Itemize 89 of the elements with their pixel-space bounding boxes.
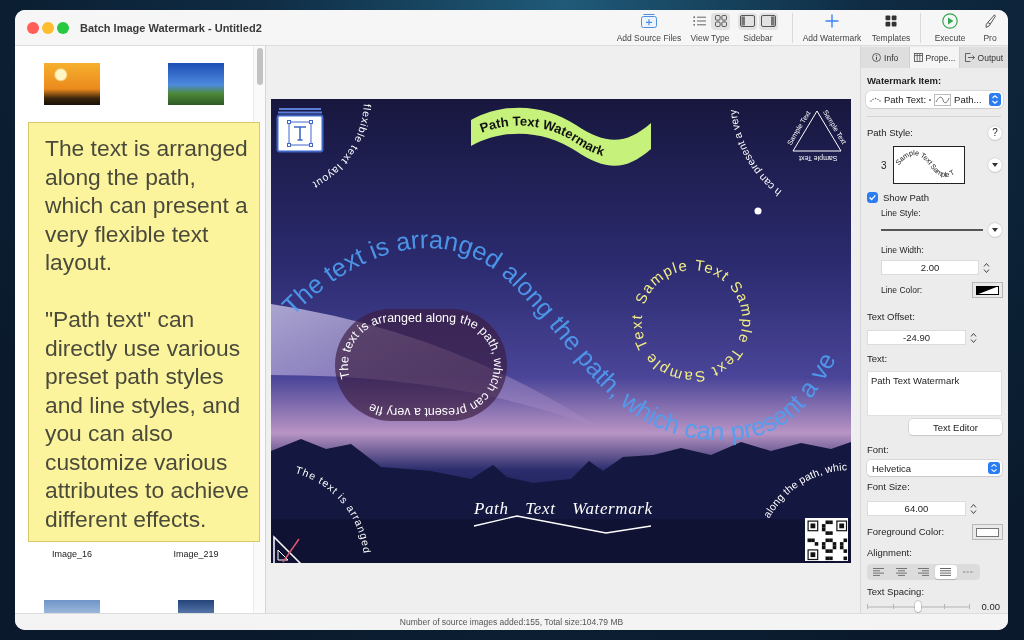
align-left-icon: [873, 568, 885, 576]
left-sidebar-icon: [740, 15, 755, 27]
watermark-item-dropdown[interactable]: Path Text: Path...: [866, 91, 1003, 108]
field-label: Text Spacing:: [867, 586, 925, 598]
help-button[interactable]: ?: [988, 126, 1002, 140]
show-path-checkbox[interactable]: Show Path: [867, 191, 929, 203]
toolbar-button[interactable]: Execute: [933, 12, 967, 43]
tooltip-text: The text is arranged along the path, which can present a very flexible text layout.: [45, 134, 249, 277]
dot-icon: [929, 98, 932, 101]
inspector-tab[interactable]: Prope...: [910, 47, 959, 68]
color-swatch-icon: [976, 285, 999, 295]
wave-path-icon: [934, 93, 952, 106]
field-label: Font:: [867, 444, 889, 456]
field-label: Line Color:: [881, 284, 923, 296]
stepper-button[interactable]: [982, 260, 991, 275]
dropdown-button[interactable]: [988, 158, 1002, 172]
toolbar-button[interactable]: Add Watermark: [802, 12, 862, 43]
stepper-arrows-icon: [989, 93, 1001, 106]
text-frame-icon: [276, 108, 324, 153]
thumbnail-photo[interactable]: [44, 63, 100, 105]
toolbar-button[interactable]: Add Source Files: [616, 12, 682, 43]
dropdown-button[interactable]: [988, 223, 1002, 237]
stepper-arrows-icon: [988, 462, 1000, 474]
file-name-label[interactable]: Image_219: [173, 547, 219, 561]
up-down-arrows-icon: [983, 261, 990, 274]
color-swatch-icon: [976, 527, 999, 537]
text-area[interactable]: Path Text Watermark: [867, 371, 1002, 416]
plus-icon: [825, 14, 839, 28]
font-popup[interactable]: Helvetica: [867, 460, 1002, 476]
inspector-tab[interactable]: Info: [861, 47, 910, 68]
toolbar-toggle-button[interactable]: [759, 12, 778, 30]
field-label: Line Width:: [881, 244, 924, 256]
file-name-label[interactable]: Image_16: [52, 547, 92, 561]
status-bar: Number of source images added:155, Total size:104.79 MB: [15, 613, 1008, 630]
section-label: Watermark Item:: [867, 75, 942, 87]
field-label: Alignment:: [867, 547, 912, 559]
up-down-arrows-icon: [970, 331, 977, 344]
stepper-button[interactable]: [969, 330, 978, 345]
path-style-number: 3: [881, 159, 888, 171]
pen-icon: [984, 14, 996, 28]
scrollbar-thumb[interactable]: [256, 48, 263, 85]
dashed-line-icon: [962, 571, 974, 573]
number-field[interactable]: -24.90: [867, 330, 966, 345]
close-button[interactable]: [27, 21, 39, 34]
right-sidebar-icon: [761, 15, 776, 27]
slider-value: 0.00: [981, 601, 1000, 612]
triangle-down-icon: [992, 228, 998, 232]
alignment-button[interactable]: [935, 565, 957, 579]
watermark-text: Path Text Watermark: [474, 499, 653, 518]
toolbar-toggle-button[interactable]: [711, 12, 730, 30]
grid-squares-icon: [885, 15, 897, 27]
field-label: Font Size:: [867, 481, 910, 493]
field-label: Text Offset:: [867, 311, 915, 323]
dotted-arc-icon: [870, 97, 881, 102]
align-justify-icon: [940, 568, 952, 576]
up-down-arrows-icon: [970, 502, 977, 515]
field-label: Line Style:: [881, 207, 921, 219]
stepper-button[interactable]: [969, 501, 978, 516]
toolbar-toggle-button[interactable]: [738, 12, 757, 30]
window-title: Batch Image Watermark - Untitled2: [80, 21, 262, 34]
export-icon: [964, 53, 975, 62]
toolbar-label: View Type: [690, 32, 730, 43]
add-box-icon: [640, 13, 658, 29]
thumbnail-photo[interactable]: [168, 63, 224, 105]
color-well[interactable]: [972, 282, 1003, 298]
color-well[interactable]: [972, 524, 1003, 540]
toolbar-button[interactable]: Templates: [870, 12, 912, 43]
slider-track[interactable]: [867, 601, 969, 612]
field-label: Path Style:: [867, 127, 913, 139]
align-right-icon: [918, 568, 929, 576]
grid-icon: [714, 15, 727, 27]
zoom-button[interactable]: [57, 21, 69, 34]
toolbar-label: Sidebar: [743, 32, 773, 43]
field-label: Text:: [867, 353, 888, 365]
triangle-down-icon: [992, 163, 998, 167]
field-label: Foreground Color:: [867, 526, 945, 538]
tooltip-text: "Path text" can directly use various preset path styles and line styles, and you can also customize various attributes to achieve different effects.: [45, 305, 251, 533]
columns-icon: [913, 53, 923, 62]
play-circle-icon: [942, 13, 958, 29]
number-field[interactable]: 64.00: [867, 501, 966, 516]
inspector-tab[interactable]: Output: [959, 47, 1008, 68]
text-editor-button[interactable]: Text Editor: [909, 419, 1002, 435]
list-icon: [693, 16, 706, 26]
align-center-icon: [895, 568, 907, 576]
qr-code-icon: [805, 518, 848, 561]
info-icon: [872, 53, 882, 62]
number-field[interactable]: 2.00: [881, 260, 979, 275]
slider-thumb[interactable]: [915, 601, 921, 612]
toolbar-button[interactable]: Pro: [979, 12, 1001, 43]
